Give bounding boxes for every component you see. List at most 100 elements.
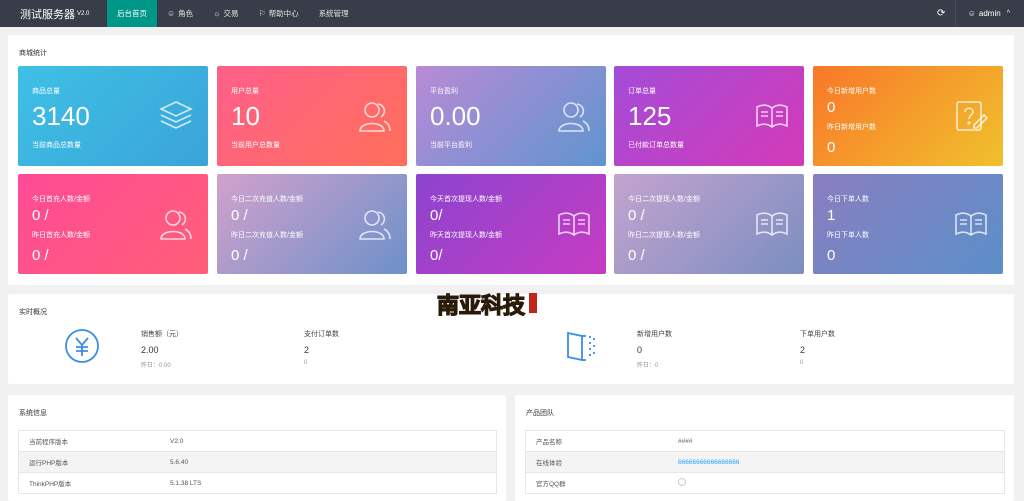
card-label2: 昨日二次提现人数/金额 [628,232,700,239]
card-label: 今日下单人数 [827,196,869,203]
rt-label: 下单用户数 [800,331,835,338]
book-icon [754,98,790,134]
card-label: 商品总量 [32,88,60,95]
table-row: 当前程序版本 V2.0 [19,431,496,452]
main-nav: 后台首页 ☺ 角色 ☼ 交易 ⚐ 帮助中心 系统管理 [107,0,359,27]
card-value2: 0 / [231,247,248,264]
product-team-panel: 产品团队 产品名称 #### 在线体验 66666666666666666 官方QQ… [515,395,1014,501]
product-team-title: 产品团队 [526,410,554,417]
rt-value: 2 [304,345,310,355]
rt-label: 支付订单数 [304,331,339,338]
card-value: 0 / [32,207,49,224]
book-icon [556,206,592,242]
users-icon [556,98,592,134]
card-order-total[interactable]: 订单总量 125 已付款订单总数量 [614,66,804,166]
table-row: ThinkPHP版本 5.1.38 LTS [19,473,496,494]
refresh-icon: ⟳ [937,8,946,19]
seal-icon [529,293,537,313]
rt-label: 新增用户数 [637,331,672,338]
card-value2: 0/ [430,247,443,264]
refresh-button[interactable]: ⟳ [928,0,956,27]
username: admin [978,9,1001,18]
card-value: 0.00 [430,101,481,131]
card-label: 平台盈利 [430,88,458,95]
system-info-title: 系统信息 [19,410,47,417]
card-label: 今日首充人数/金额 [32,196,90,203]
mall-stats-panel: 商城统计 商品总量 3140 当前商品总数量 用户总量 10 当前用户总数量 平… [8,35,1014,285]
rt-label: 销售额（元） [141,331,183,338]
brand-watermark: 南亚科技 [436,292,537,320]
rt-value: 0 [637,345,643,355]
card-value: 3140 [32,101,90,131]
card-label: 订单总量 [628,88,656,95]
users-icon [158,206,194,242]
nav-dashboard-label: 后台首页 [117,9,147,18]
card-label2: 昨日二次充值人数/金额 [231,232,303,239]
card-sub: 当前商品总数量 [32,142,81,149]
qq-group-icon[interactable] [678,478,686,486]
card-value: 125 [628,101,672,131]
nav-system-label: 系统管理 [318,9,349,18]
nav-roles[interactable]: ☺ 角色 [157,0,203,27]
nav-system[interactable]: 系统管理 [309,0,359,27]
card-value2: 0 / [32,247,49,264]
nav-help[interactable]: ⚐ 帮助中心 [249,0,309,27]
rt-sales: 销售额（元） 2.00 昨日：0.00 [141,329,183,369]
card-label: 今日二次提现人数/金额 [628,196,700,203]
card-product-total[interactable]: 商品总量 3140 当前商品总数量 [18,66,208,166]
top-right-actions: ⟳ ☺ admin ^ [928,0,1024,27]
rt-sub: 昨日：0 [637,363,659,369]
nav-help-label: 帮助中心 [268,9,299,18]
card-first-recharge[interactable]: 今日首充人数/金额 0 / 昨日首充人数/金额 0 / [18,174,208,274]
watermark-text: 南亚科技 [437,293,526,319]
row-value: 5.1.38 LTS [170,479,202,487]
card-label: 今天首次提现人数/金额 [430,196,502,203]
card-value: 0 / [231,207,248,224]
yuan-icon [64,328,100,364]
row-value: #### [678,437,693,445]
card-user-total[interactable]: 用户总量 10 当前用户总数量 [217,66,407,166]
card-value2: 0 / [628,247,645,264]
card-second-withdraw[interactable]: 今日二次提现人数/金额 0 / 昨日二次提现人数/金额 0 / [614,174,804,274]
user-menu[interactable]: ☺ admin ^ [956,0,1024,27]
card-label: 今日新增用户数 [827,88,876,95]
book-icon [754,206,790,242]
rt-order-users: 下单用户数 2 0 [800,329,835,366]
product-team-table: 产品名称 #### 在线体验 66666666666666666 官方QQ群 [525,430,1005,494]
card-value: 1 [827,207,836,224]
card-label2: 昨天首次提现人数/金额 [430,232,502,239]
demo-link[interactable]: 66666666666666666 [678,459,739,466]
card-label: 今日二次充值人数/金额 [231,196,303,203]
card-value2: 0 [827,139,836,156]
nav-dashboard[interactable]: 后台首页 [107,0,157,27]
card-order-users[interactable]: 今日下单人数 1 昨日下单人数 0 [813,174,1003,274]
card-value: 0 / [628,207,645,224]
card-platform-profit[interactable]: 平台盈利 0.00 当前平台盈利 [416,66,606,166]
card-second-recharge[interactable]: 今日二次充值人数/金额 0 / 昨日二次充值人数/金额 0 / [217,174,407,274]
rt-value: 2 [800,345,806,355]
card-value: 10 [231,101,260,131]
system-info-panel: 系统信息 当前程序版本 V2.0 运行PHP版本 5.6.40 ThinkPHP版本… [8,395,506,501]
card-sub: 当前平台盈利 [430,142,472,149]
card-value: 0/ [430,207,443,224]
row-key: ThinkPHP版本 [29,481,72,488]
flag-icon: ⚐ [258,9,266,18]
nav-trade[interactable]: ☼ 交易 [203,0,248,27]
card-first-withdraw[interactable]: 今天首次提现人数/金额 0/ 昨天首次提现人数/金额 0/ [416,174,606,274]
rt-paid-orders: 支付订单数 2 0 [304,329,339,366]
user-icon: ☺ [967,9,976,18]
row-value: V2.0 [170,437,184,445]
book-icon [953,206,989,242]
row-key: 运行PHP版本 [29,460,69,467]
rt-sub: 0 [304,360,308,366]
door-icon [564,328,600,364]
card-new-users[interactable]: 今日新增用户数 0 昨日新增用户数 0 [813,66,1003,166]
row-key: 在线体验 [536,460,562,467]
table-row: 在线体验 66666666666666666 [526,452,1004,473]
globe-icon: ☼ [213,9,221,18]
rt-sub: 0 [800,360,804,366]
rt-sub: 昨日：0.00 [141,363,171,369]
table-row: 产品名称 #### [526,431,1004,452]
app-logo[interactable]: 测试服务器 V2.0 [0,0,107,27]
rt-new-users: 新增用户数 0 昨日：0 [637,329,672,369]
